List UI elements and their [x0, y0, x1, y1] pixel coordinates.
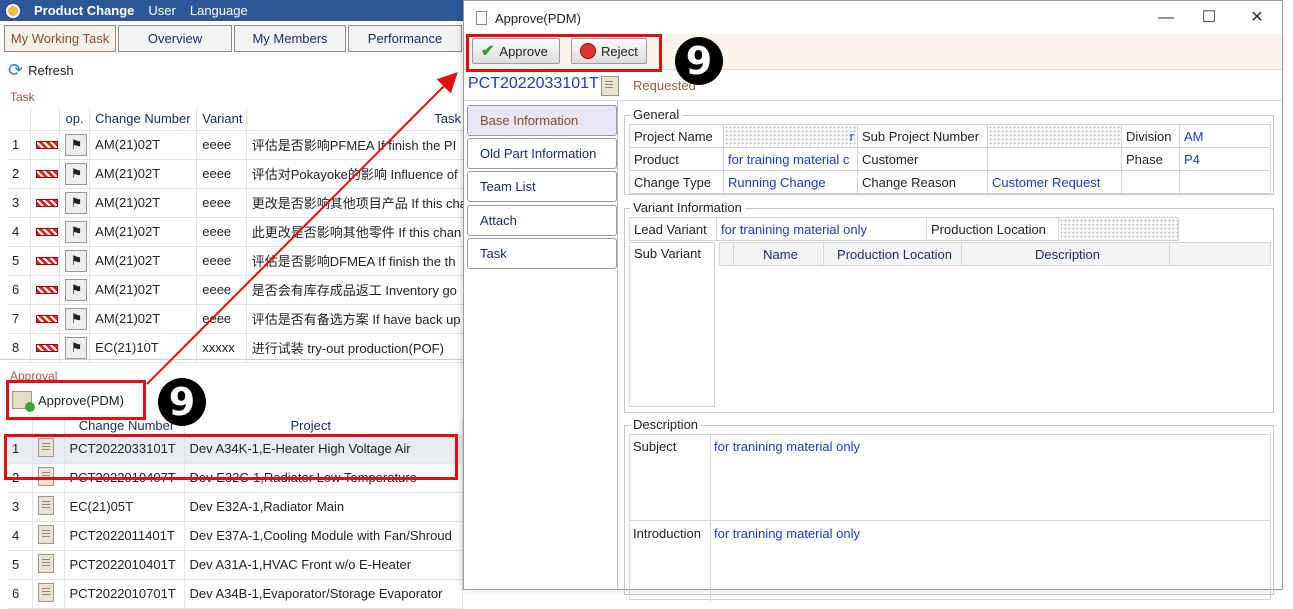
- annotation-arrow: [146, 72, 458, 385]
